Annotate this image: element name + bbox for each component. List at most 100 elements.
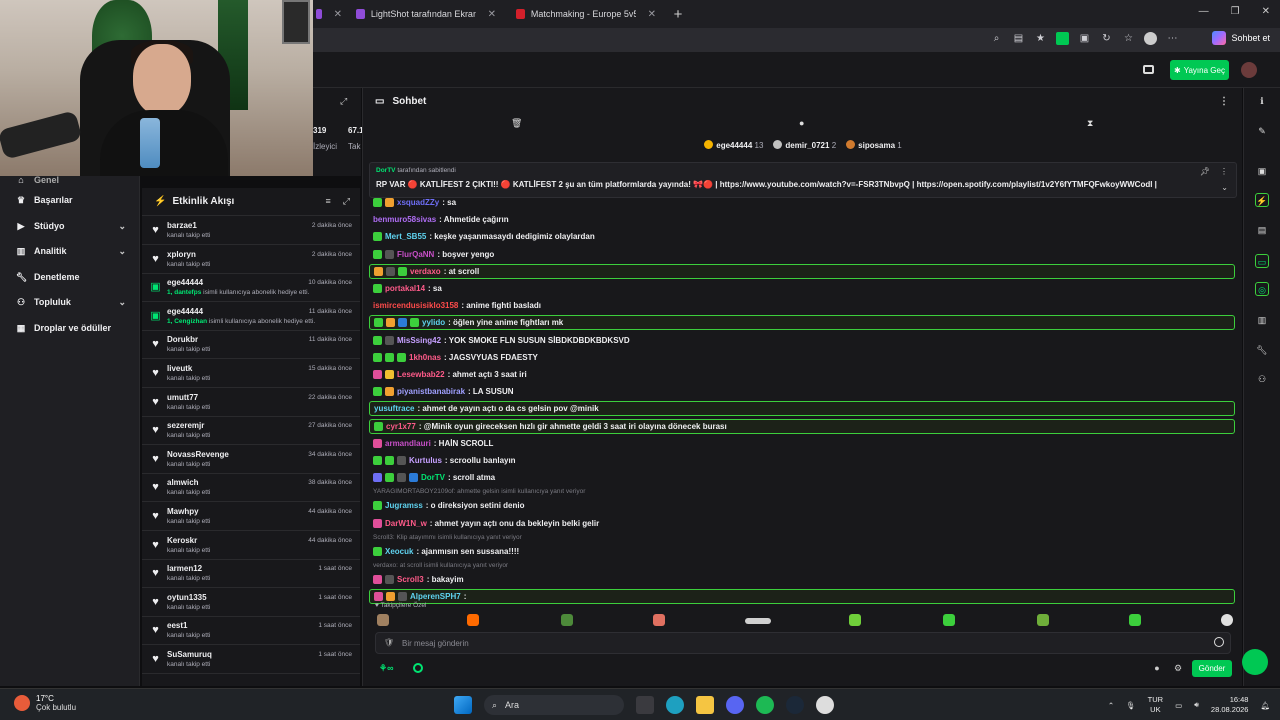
feed-item[interactable]: ♥ Mawhpy kanalı takip etti 44 dakika önce (142, 503, 360, 531)
chat-username[interactable]: verdaxo (410, 267, 441, 276)
extension-icon[interactable]: ▣ (1078, 32, 1091, 45)
feed-item[interactable]: ♥ sezeremjr kanalı takip etti 27 dakika önc… (142, 417, 360, 446)
top-gifter-3[interactable]: siposama 1 (846, 140, 902, 156)
favorites-icon[interactable]: ☆ (1122, 32, 1135, 45)
chat-username[interactable]: Jugramss (385, 501, 423, 510)
feed-item[interactable]: ▣ ege44444 1, dantefps isimli kullanıcıya … (142, 274, 360, 303)
nav-item-analytics[interactable]: ▥ Analitik ⌄ (0, 241, 140, 261)
gear-icon[interactable]: ⚙ (1173, 663, 1183, 673)
hourglass-icon[interactable]: ⧗ (1087, 118, 1093, 129)
emote[interactable] (745, 618, 771, 624)
windows-start-icon[interactable] (454, 696, 472, 714)
feed-item[interactable]: ♥ oytun1335 kanalı takip etti 1 saat önce (142, 589, 360, 617)
emote[interactable] (1129, 614, 1141, 626)
chat-message[interactable]: MisSsing42: YOK SMOKE FLN SUSUN SİBDKDBD… (369, 333, 1235, 348)
emote[interactable] (467, 614, 479, 626)
emote[interactable] (377, 614, 389, 626)
spotify-icon[interactable] (756, 696, 774, 714)
chat-message[interactable]: armandlauri: HAİN SCROLL (369, 436, 1235, 451)
tab-matchmaking[interactable]: Matchmaking - Europe 5v5 Queue ✕ (506, 0, 666, 28)
chat-username[interactable]: FlurQaNN (397, 250, 434, 259)
volume-icon[interactable]: 🔊︎ (1194, 700, 1199, 710)
channel-points-icon[interactable]: ⚘∞ (379, 663, 393, 674)
chat-username[interactable]: cyr1x77 (386, 422, 416, 431)
chat-username[interactable]: AlperenSPH7 (410, 592, 461, 601)
clock[interactable]: 16:48 28.08.2026 (1211, 695, 1249, 715)
chat-panel-icon[interactable]: ▭ (1255, 254, 1269, 268)
feed-item[interactable]: ♥ xploryn kanalı takip etti 2 dakika önce (142, 246, 360, 274)
people-icon[interactable]: ⚇ (1255, 372, 1269, 386)
chat-username[interactable]: MisSsing42 (397, 336, 441, 345)
profile-icon[interactable] (1144, 32, 1157, 45)
expand-icon[interactable]: ⤢ (343, 196, 350, 207)
notification-icon[interactable]: 🔔︎ (1260, 701, 1270, 710)
status-icon[interactable] (413, 663, 423, 673)
top-gifter-2[interactable]: demir_0721 2 (773, 140, 836, 156)
feed-item[interactable]: ♥ NovassRevenge kanalı takip etti 34 dakika… (142, 446, 360, 474)
nav-item-drops[interactable]: ▦ Droplar ve ödüller (0, 318, 140, 338)
feed-item[interactable]: ♥ almwich kanalı takip etti 38 dakika önce (142, 474, 360, 503)
chat-message[interactable]: Kurtulus: scroollu banlayın (369, 453, 1235, 468)
lightning-icon[interactable]: ⚡ (1255, 193, 1269, 207)
chat-username[interactable]: xsquadZZy (397, 198, 439, 207)
chat-message[interactable]: Jugramss: o direksiyon setini denio (369, 498, 1235, 513)
chevron-down-icon[interactable]: ⌄ (1221, 183, 1228, 192)
chat-message[interactable]: FlurQaNN: boşver yengo (369, 247, 1235, 262)
close-tab-icon[interactable]: ✕ (648, 9, 656, 20)
chat-username[interactable]: piyanistbanabirak (397, 387, 465, 396)
reader-icon[interactable]: ▤ (1012, 32, 1025, 45)
chat-username[interactable]: DarW1N_w (385, 519, 427, 528)
chat-username[interactable]: Xeocuk (385, 547, 413, 556)
chat-message[interactable]: cyr1x77: @Minik oyun gireceksen hızlı gi… (369, 418, 1235, 434)
close-window-icon[interactable]: ✕ (1262, 6, 1270, 17)
zoom-icon[interactable]: ⌕ (990, 32, 1003, 45)
feed-item[interactable]: ♥ barzae1 kanalı takip etti 2 dakika önce (142, 217, 360, 245)
emote[interactable] (653, 614, 665, 626)
chat-username[interactable]: DorTV (421, 473, 445, 482)
camera-icon[interactable]: ▣ (1255, 164, 1269, 178)
close-tab-icon[interactable]: ✕ (334, 9, 342, 20)
chat-username[interactable]: yylido (422, 318, 445, 327)
feed-item[interactable]: ♥ larmen12 kanalı takip etti 1 saat önce (142, 560, 360, 589)
target-icon[interactable]: ◎ (1255, 282, 1269, 296)
chat-message[interactable]: benmuro58sivas: Ahmetide çağırın (369, 212, 1235, 227)
speech-icon[interactable]: ● (799, 118, 804, 128)
star-icon[interactable]: ★ (1034, 32, 1047, 45)
minimize-icon[interactable]: — (1199, 6, 1209, 17)
floating-chat-button[interactable] (1242, 649, 1268, 675)
chat-message[interactable]: AlperenSPH7: (369, 589, 1235, 605)
chat-message[interactable]: DorTV: scroll atma (369, 470, 1235, 485)
mic-icon[interactable]: 🎙︎ (1126, 701, 1136, 710)
nav-item-achievements[interactable]: ♛ Başarılar (0, 190, 140, 210)
nav-item-studio[interactable]: ▶ Stüdyo ⌄ (0, 216, 140, 236)
expand-icon[interactable]: ⤢ (340, 96, 347, 107)
clip-icon[interactable] (1143, 65, 1154, 74)
tab-lightshot[interactable]: LightShot tarafından Ekran Görünt ✕ (346, 0, 506, 28)
copilot-chat-button[interactable]: Sohbet et (1212, 31, 1270, 45)
app-icon[interactable] (816, 696, 834, 714)
chat-username[interactable]: Lesewbab22 (397, 370, 445, 379)
chat-username[interactable]: 1kh0nas (409, 353, 441, 362)
feed-item[interactable]: ♥ SuSamuruq kanalı takip etti 1 saat önce (142, 646, 360, 674)
pinned-message[interactable]: DorTV tarafından sabitlendi RP VAR 🔴 KAT… (369, 162, 1237, 198)
network-icon[interactable]: ▭ (1175, 701, 1182, 710)
go-live-button[interactable]: ✱ Yayına Geç (1170, 60, 1229, 80)
chat-message[interactable]: yusuftrace: ahmet de yayın açtı o da cs … (369, 401, 1235, 417)
trash-icon[interactable]: 🗑︎ (511, 118, 522, 129)
extension-green-icon[interactable] (1056, 32, 1069, 45)
chat-message[interactable]: portakal14: sa (369, 281, 1235, 296)
feed-item[interactable]: ♥ Dorukbr kanalı takip etti 11 dakika önce (142, 331, 360, 360)
chat-username[interactable]: yusuftrace (374, 404, 414, 413)
chat-username[interactable]: ismircendusisiklo3158 (373, 301, 458, 310)
feed-item[interactable]: ♥ Keroskr kanalı takip etti 44 dakika önce (142, 532, 360, 560)
note-icon[interactable]: ▤ (1255, 223, 1269, 237)
chevron-up-icon[interactable]: ⌃ (1108, 701, 1114, 710)
chat-message[interactable]: 1kh0nas: JAGSVYUAS FDAESTY (369, 350, 1235, 365)
chat-message[interactable]: piyanistbanabirak: LA SUSUN (369, 384, 1235, 399)
feed-item[interactable]: ▣ ege44444 1, Cengizhan isimli kullanıcıya… (142, 303, 360, 331)
task-view-icon[interactable] (636, 696, 654, 714)
new-tab-button[interactable]: + (670, 6, 686, 23)
language-indicator[interactable]: TUR UK (1148, 695, 1163, 715)
chat-settings-icon[interactable]: ● (1152, 663, 1162, 673)
pin-icon[interactable]: 📌︎ (1200, 167, 1210, 176)
